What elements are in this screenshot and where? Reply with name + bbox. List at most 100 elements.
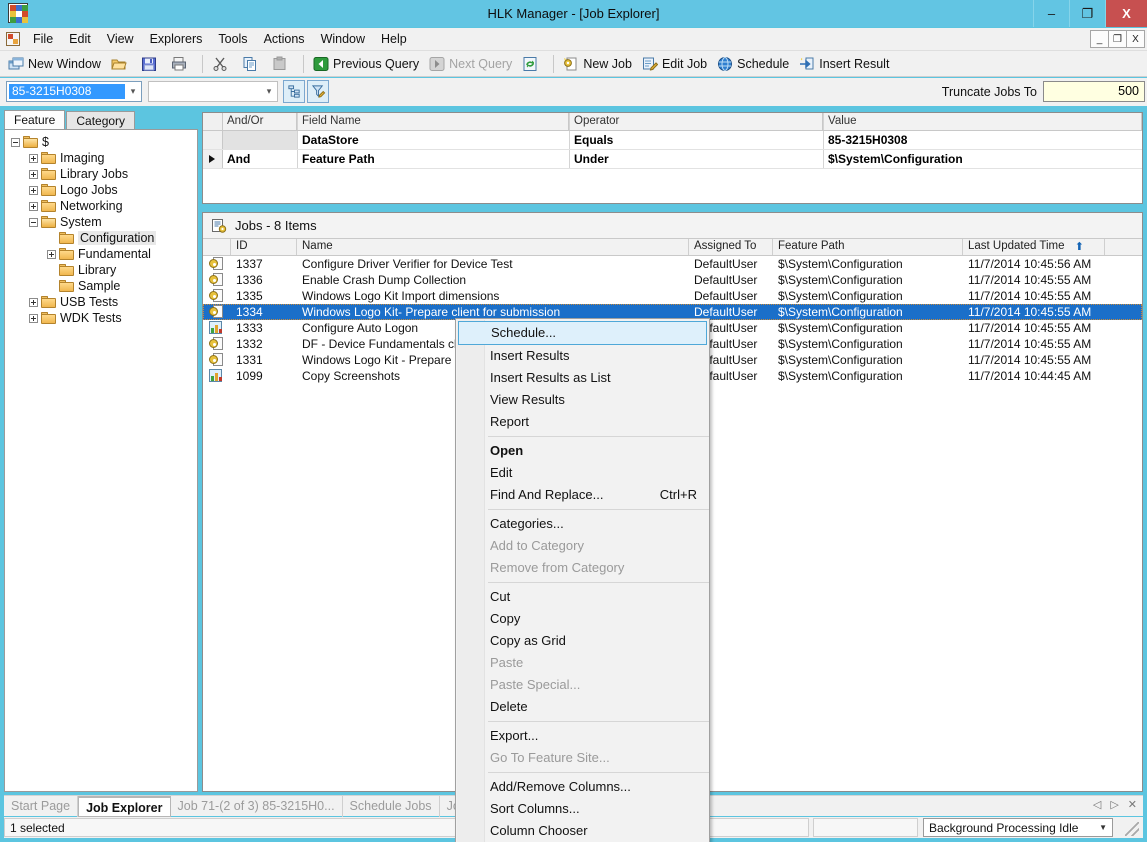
tree-node-fundamental[interactable]: Fundamental bbox=[5, 246, 197, 262]
jobs-header-id[interactable]: ID bbox=[231, 239, 297, 255]
menu-edit[interactable]: Edit bbox=[61, 29, 99, 49]
context-menu-item-insert-results[interactable]: Insert Results bbox=[456, 345, 709, 367]
context-menu-item-edit[interactable]: Edit bbox=[456, 462, 709, 484]
tree-node-wdk-tests[interactable]: WDK Tests bbox=[5, 310, 197, 326]
query-header-field-name[interactable]: Field Name bbox=[297, 113, 569, 130]
tree-node-library[interactable]: Library bbox=[5, 262, 197, 278]
doc-tab-start-page[interactable]: Start Page bbox=[4, 795, 79, 817]
table-row[interactable]: 1337 Configure Driver Verifier for Device… bbox=[203, 256, 1142, 272]
tree-node-configuration[interactable]: Configuration bbox=[5, 230, 197, 246]
jobs-header-assigned-to[interactable]: Assigned To bbox=[689, 239, 773, 255]
doc-tab-schedule-jobs[interactable]: Schedule Jobs bbox=[343, 795, 440, 817]
menu-file[interactable]: File bbox=[25, 29, 61, 49]
query-cell-andor[interactable] bbox=[223, 131, 297, 149]
insert-result-button[interactable]: Insert Result bbox=[795, 53, 893, 75]
query-cell-value[interactable]: 85-3215H0308 bbox=[823, 131, 1142, 149]
query-criteria-row[interactable]: DataStore Equals 85-3215H0308 bbox=[203, 131, 1142, 150]
table-row[interactable]: 1335 Windows Logo Kit Import dimensions De… bbox=[203, 288, 1142, 304]
context-menu-item-report[interactable]: Report bbox=[456, 411, 709, 433]
print-button[interactable] bbox=[167, 53, 195, 75]
mdi-restore-button[interactable]: ❐ bbox=[1108, 30, 1127, 48]
expand-icon[interactable] bbox=[29, 185, 38, 195]
query-cell-field-name[interactable]: Feature Path bbox=[297, 150, 569, 168]
doc-tab-job-explorer[interactable]: Job Explorer bbox=[78, 795, 171, 817]
open-button[interactable] bbox=[107, 53, 135, 75]
menu-tools[interactable]: Tools bbox=[210, 29, 255, 49]
tree-node-networking[interactable]: Networking bbox=[5, 198, 197, 214]
tree-node-system[interactable]: System bbox=[5, 214, 197, 230]
context-menu-item-copy-as-grid[interactable]: Copy as Grid bbox=[456, 630, 709, 652]
context-menu-item-delete[interactable]: Delete bbox=[456, 696, 709, 718]
refresh-button[interactable] bbox=[518, 53, 546, 75]
menu-window[interactable]: Window bbox=[313, 29, 373, 49]
query-header-value[interactable]: Value bbox=[823, 113, 1142, 130]
background-processing-combo[interactable]: Background Processing Idle ▼ bbox=[923, 818, 1113, 837]
query-header-operator[interactable]: Operator bbox=[569, 113, 823, 130]
tab-next-icon[interactable]: ▷ bbox=[1110, 798, 1118, 811]
query-cell-field-name[interactable]: DataStore bbox=[297, 131, 569, 149]
context-menu-item-view-results[interactable]: View Results bbox=[456, 389, 709, 411]
edit-job-button[interactable]: Edit Job bbox=[638, 53, 711, 75]
current-row-indicator[interactable] bbox=[203, 150, 223, 168]
feature-tree[interactable]: $ Imaging Library Jobs Logo Jobs Networking S… bbox=[4, 129, 198, 792]
jobs-header-feature-path[interactable]: Feature Path bbox=[773, 239, 963, 255]
resize-grip[interactable] bbox=[1125, 822, 1139, 836]
paste-button[interactable] bbox=[268, 53, 296, 75]
new-job-button[interactable]: New Job bbox=[559, 53, 636, 75]
query-name-combo[interactable]: ▾ bbox=[148, 81, 278, 102]
save-button[interactable] bbox=[137, 53, 165, 75]
expand-icon[interactable] bbox=[47, 249, 56, 259]
next-query-button[interactable]: Next Query bbox=[425, 53, 516, 75]
context-menu-item-schedule[interactable]: Schedule... bbox=[458, 321, 707, 345]
menu-actions[interactable]: Actions bbox=[256, 29, 313, 49]
query-cell-andor[interactable]: And bbox=[223, 150, 297, 168]
previous-query-button[interactable]: Previous Query bbox=[309, 53, 423, 75]
menu-view[interactable]: View bbox=[99, 29, 142, 49]
context-menu-item-add-remove-columns[interactable]: Add/Remove Columns... bbox=[456, 776, 709, 798]
jobs-header-name[interactable]: Name bbox=[297, 239, 689, 255]
jobs-header-last-updated-time[interactable]: Last Updated Time ⬆ bbox=[963, 239, 1105, 255]
context-menu-item-export[interactable]: Export... bbox=[456, 725, 709, 747]
context-menu-item-column-chooser[interactable]: Column Chooser bbox=[456, 820, 709, 842]
tab-close-icon[interactable]: ✕ bbox=[1128, 798, 1137, 811]
query-criteria-row[interactable]: And Feature Path Under $\System\Configurati… bbox=[203, 150, 1142, 169]
query-cell-operator[interactable]: Under bbox=[569, 150, 823, 168]
show-tree-button[interactable] bbox=[283, 80, 305, 103]
context-menu-item-cut[interactable]: Cut bbox=[456, 586, 709, 608]
copy-button[interactable] bbox=[238, 53, 266, 75]
context-menu-item-copy[interactable]: Copy bbox=[456, 608, 709, 630]
query-cell-operator[interactable]: Equals bbox=[569, 131, 823, 149]
tree-node-library-jobs[interactable]: Library Jobs bbox=[5, 166, 197, 182]
tree-node-imaging[interactable]: Imaging bbox=[5, 150, 197, 166]
schedule-button[interactable]: Schedule bbox=[713, 53, 793, 75]
datastore-combo[interactable]: 85-3215H0308 ▾ bbox=[6, 81, 142, 102]
window-close-button[interactable]: X bbox=[1105, 0, 1147, 27]
menu-help[interactable]: Help bbox=[373, 29, 415, 49]
expand-icon[interactable] bbox=[29, 313, 38, 323]
tab-category[interactable]: Category bbox=[66, 111, 136, 130]
table-row[interactable]: 1336 Enable Crash Dump Collection DefaultU… bbox=[203, 272, 1142, 288]
collapse-icon[interactable] bbox=[11, 137, 20, 147]
context-menu-item-find-and-replace[interactable]: Find And Replace... Ctrl+R bbox=[456, 484, 709, 506]
new-window-button[interactable]: New Window bbox=[4, 53, 105, 75]
menu-explorers[interactable]: Explorers bbox=[142, 29, 211, 49]
query-cell-value[interactable]: $\System\Configuration bbox=[823, 150, 1142, 168]
row-selector[interactable] bbox=[203, 131, 223, 149]
context-menu-item-sort-columns[interactable]: Sort Columns... bbox=[456, 798, 709, 820]
context-menu-item-insert-results-as-list[interactable]: Insert Results as List bbox=[456, 367, 709, 389]
expand-icon[interactable] bbox=[29, 201, 38, 211]
cut-button[interactable] bbox=[208, 53, 236, 75]
truncate-jobs-input[interactable]: 500 bbox=[1043, 81, 1145, 102]
mdi-minimize-button[interactable]: _ bbox=[1090, 30, 1109, 48]
doc-tab-job-71[interactable]: Job 71-(2 of 3) 85-3215H0... bbox=[171, 795, 343, 817]
tree-node-sample[interactable]: Sample bbox=[5, 278, 197, 294]
tab-prev-icon[interactable]: ◁ bbox=[1093, 798, 1101, 811]
edit-filter-button[interactable] bbox=[307, 80, 329, 103]
window-minimize-button[interactable]: – bbox=[1033, 0, 1069, 27]
context-menu-item-categories[interactable]: Categories... bbox=[456, 513, 709, 535]
tree-node-logo-jobs[interactable]: Logo Jobs bbox=[5, 182, 197, 198]
window-maximize-button[interactable]: ❐ bbox=[1069, 0, 1105, 27]
expand-icon[interactable] bbox=[29, 153, 38, 163]
tree-node--[interactable]: $ bbox=[5, 134, 197, 150]
tab-feature[interactable]: Feature bbox=[4, 110, 66, 130]
